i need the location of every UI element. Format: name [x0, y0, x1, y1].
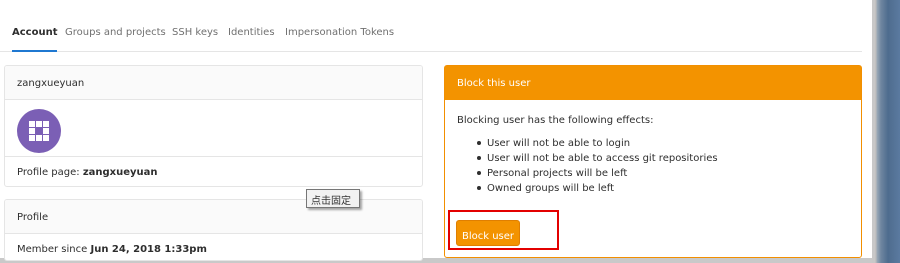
- tab-identities[interactable]: Identities: [228, 27, 275, 52]
- window-edge-right: [872, 0, 900, 263]
- profile-page-line: Profile page: zangxueyuan: [5, 157, 422, 186]
- tab-account[interactable]: Account: [12, 27, 58, 52]
- user-panel: zangxueyuan Profile page: zangxueyuan: [4, 65, 423, 187]
- username-heading: zangxueyuan: [5, 66, 422, 100]
- list-item: User will not be able to login: [477, 138, 718, 153]
- block-user-button[interactable]: Block user: [456, 220, 520, 246]
- member-since-label: Member since: [17, 244, 88, 255]
- block-user-heading: Block this user: [445, 66, 861, 100]
- avatar-icon: [17, 109, 61, 153]
- list-item: Owned groups will be left: [477, 183, 718, 198]
- profile-panel: Profile Member since Jun 24, 2018 1:33pm: [4, 199, 423, 261]
- avatar-row: [5, 100, 422, 157]
- list-item: User will not be able to access git repo…: [477, 153, 718, 168]
- member-since-line: Member since Jun 24, 2018 1:33pm: [5, 234, 422, 260]
- user-tabs: Account Groups and projects SSH keys Ide…: [0, 18, 862, 52]
- block-description: Blocking user has the following effects:: [457, 115, 654, 126]
- tab-groups-and-projects[interactable]: Groups and projects: [65, 27, 166, 52]
- tab-ssh-keys[interactable]: SSH keys: [172, 27, 218, 52]
- list-item: Personal projects will be left: [477, 168, 718, 183]
- pin-tooltip: 点击固定: [306, 189, 360, 208]
- profile-page-link[interactable]: zangxueyuan: [83, 167, 158, 178]
- block-effects-list: User will not be able to login User will…: [477, 138, 718, 198]
- profile-page-label: Profile page:: [17, 167, 80, 178]
- member-since-value: Jun 24, 2018 1:33pm: [90, 244, 207, 255]
- tab-impersonation-tokens[interactable]: Impersonation Tokens: [285, 27, 394, 52]
